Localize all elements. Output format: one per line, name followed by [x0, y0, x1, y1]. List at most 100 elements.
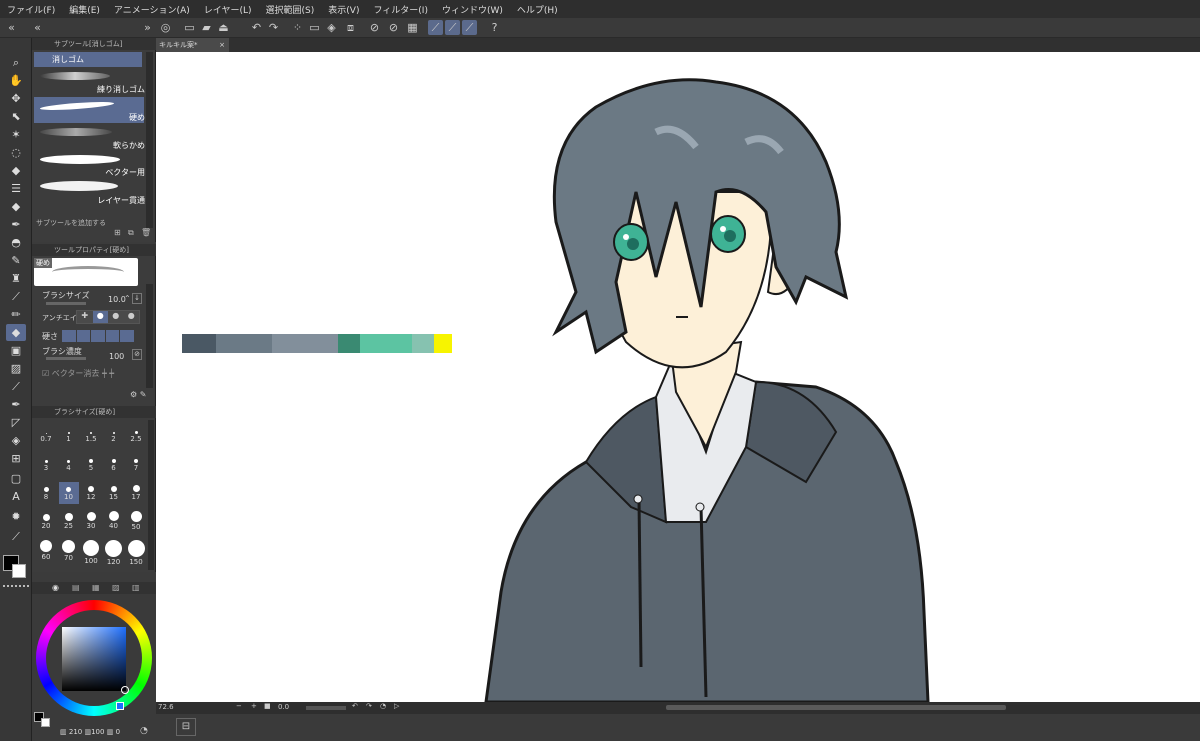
document-tab[interactable]: キルキル案* × — [156, 38, 229, 52]
reset-rotation-icon[interactable]: ◔ — [380, 702, 386, 710]
brush-size-option[interactable]: 4 — [59, 453, 79, 475]
correction-tool-icon[interactable]: ⟋ — [6, 528, 26, 545]
color-set-tab-icon[interactable]: ▤ — [72, 583, 80, 592]
help-icon[interactable]: ? — [487, 20, 502, 35]
brush-size-option[interactable]: 150 — [126, 540, 146, 566]
transform-icon[interactable]: ⧈ — [343, 20, 358, 35]
close-tab-icon[interactable]: × — [219, 38, 225, 52]
brush-size-option[interactable]: 17 — [126, 482, 146, 504]
brush-size-option[interactable]: 8 — [36, 482, 56, 504]
zoom-out-icon[interactable]: − — [236, 702, 242, 710]
subtool-group-tab[interactable]: 消しゴム — [34, 52, 142, 67]
rotation-value[interactable]: 0.0 — [278, 703, 289, 711]
new-subtool-icon[interactable]: ⊞ — [114, 228, 121, 237]
hardness-step[interactable] — [120, 330, 134, 342]
brush-size-option[interactable]: 1.5 — [81, 424, 101, 446]
eraser-active-icon[interactable]: ◆ — [6, 324, 26, 341]
text-tool-icon[interactable]: A — [6, 488, 26, 505]
density-toggle-icon[interactable]: ⊘ — [132, 349, 142, 360]
brush-size-spinner-icon[interactable]: ⌃ — [124, 294, 131, 303]
rotate-right-icon[interactable]: ↷ — [366, 702, 372, 710]
snap-grid-icon[interactable]: ▦ — [405, 20, 420, 35]
brush-size-option[interactable]: 30 — [81, 511, 101, 533]
history-tab-icon[interactable]: ▥ — [132, 583, 140, 592]
antialias-medium-icon[interactable]: ● — [108, 311, 124, 323]
zoom-in-icon[interactable]: + — [251, 702, 257, 710]
rotation-slider[interactable] — [306, 706, 346, 710]
subtool-item[interactable]: 練り消しゴム — [34, 68, 145, 96]
eraser-small-icon[interactable]: ◆ — [6, 162, 26, 179]
brush-size-option[interactable]: 25 — [59, 511, 79, 533]
blend-tool-icon[interactable]: ▣ — [6, 342, 26, 359]
stabilizer-3-icon[interactable]: ⟋ — [462, 20, 477, 35]
deselect-icon[interactable]: ⁘ — [290, 20, 305, 35]
object-tool-icon[interactable]: ⬉ — [6, 108, 26, 125]
copy-subtool-icon[interactable]: ⧉ — [128, 228, 134, 238]
clear-icon[interactable]: ▭ — [307, 20, 322, 35]
balloon-tool-icon[interactable]: ✹ — [6, 508, 26, 525]
brush-size-option[interactable]: 40 — [104, 511, 124, 533]
brush-density-value[interactable]: 100 — [109, 352, 124, 361]
eraser-tool-icon[interactable]: ◆ — [6, 198, 26, 215]
antialias-strong-icon[interactable]: ● — [124, 311, 140, 323]
brush-tool-icon[interactable]: ⟋ — [6, 288, 26, 305]
rotate-left-icon[interactable]: ↶ — [352, 702, 358, 710]
add-subtool-button[interactable]: サブツールを追加する — [36, 218, 140, 228]
airbrush-tool-icon[interactable]: ♜ — [6, 270, 26, 287]
new-file-icon[interactable]: ▭ — [182, 20, 197, 35]
lasso-tool-icon[interactable]: ◌ — [6, 144, 26, 161]
antialias-none-icon[interactable]: ✚ — [77, 311, 93, 323]
redo-icon[interactable]: ↷ — [266, 20, 281, 35]
clip-studio-icon[interactable]: ◎ — [158, 20, 173, 35]
hue-cursor-icon[interactable] — [116, 702, 124, 710]
brush-size-option[interactable]: 12 — [81, 482, 101, 504]
menu-file[interactable]: ファイル(F) — [0, 3, 62, 16]
sv-cursor-icon[interactable] — [121, 686, 129, 694]
menu-selection[interactable]: 選択範囲(S) — [259, 3, 322, 16]
fill-tool-icon[interactable]: ◓ — [6, 234, 26, 251]
layer-list-icon[interactable]: ☰ — [6, 180, 26, 197]
menu-window[interactable]: ウィンドウ(W) — [435, 3, 510, 16]
zoom-value[interactable]: 72.6 — [158, 703, 174, 711]
magic-wand-icon[interactable]: ✶ — [6, 126, 26, 143]
figure-tool-icon[interactable]: ◸ — [6, 414, 26, 431]
move-tool-icon[interactable]: ✥ — [6, 90, 26, 107]
brush-size-option[interactable]: 1 — [59, 424, 79, 446]
eyedropper-tool-icon[interactable]: ⟋ — [6, 378, 26, 395]
panel-tool-icon[interactable]: ⊞ — [6, 450, 26, 467]
antialias-selector[interactable]: ✚ ● ● ● — [76, 310, 140, 324]
property-scrollbar[interactable] — [146, 284, 153, 388]
subtool-item[interactable]: レイヤー貫通 — [34, 179, 145, 207]
collapse-panel-icon[interactable]: « — [30, 20, 45, 35]
panel-sub-swatch[interactable] — [41, 718, 50, 727]
brush-size-option[interactable]: 10 — [58, 482, 79, 504]
menu-filter[interactable]: フィルター(I) — [366, 3, 435, 16]
drawing-canvas[interactable] — [156, 52, 1200, 702]
subtool-scrollbar[interactable] — [146, 52, 153, 228]
intermediate-tab-icon[interactable]: ▦ — [92, 583, 100, 592]
color-wheel-tab-icon[interactable]: ◉ — [52, 583, 59, 592]
brush-size-option[interactable]: 3 — [36, 453, 56, 475]
brush-size-scrollbar[interactable] — [148, 420, 154, 570]
zoom-tool-icon[interactable]: ⌕ — [6, 54, 26, 71]
decoration-tool-icon[interactable]: ✏ — [6, 306, 26, 323]
zoom-stop-icon[interactable]: ■ — [264, 702, 271, 710]
brush-size-slider[interactable] — [46, 302, 86, 305]
brush-size-dropdown-icon[interactable]: ↓ — [132, 293, 142, 304]
hardness-selector[interactable] — [62, 330, 134, 342]
fill-icon[interactable]: ◈ — [324, 20, 339, 35]
brush-size-option[interactable]: 100 — [81, 540, 101, 565]
snap-ruler-icon[interactable]: ⊘ — [367, 20, 382, 35]
collapse-left-icon[interactable]: « — [4, 20, 19, 35]
open-folder-icon[interactable]: ▰ — [199, 20, 214, 35]
save-icon[interactable]: ⏏ — [216, 20, 231, 35]
stabilizer-2-icon[interactable]: ⟋ — [445, 20, 460, 35]
antialias-weak-icon[interactable]: ● — [92, 311, 108, 323]
gradient-tool-icon[interactable]: ▨ — [6, 360, 26, 377]
property-settings-icon[interactable]: ⚙ ✎ — [130, 390, 146, 399]
brush-size-option[interactable]: 5 — [81, 453, 101, 475]
menu-edit[interactable]: 編集(E) — [62, 3, 107, 16]
vector-erase-checkbox[interactable]: ☑ ベクター消去 ┿ ┿ — [42, 368, 142, 382]
hardness-step[interactable] — [105, 330, 120, 342]
pencil-tool-icon[interactable]: ✎ — [6, 252, 26, 269]
